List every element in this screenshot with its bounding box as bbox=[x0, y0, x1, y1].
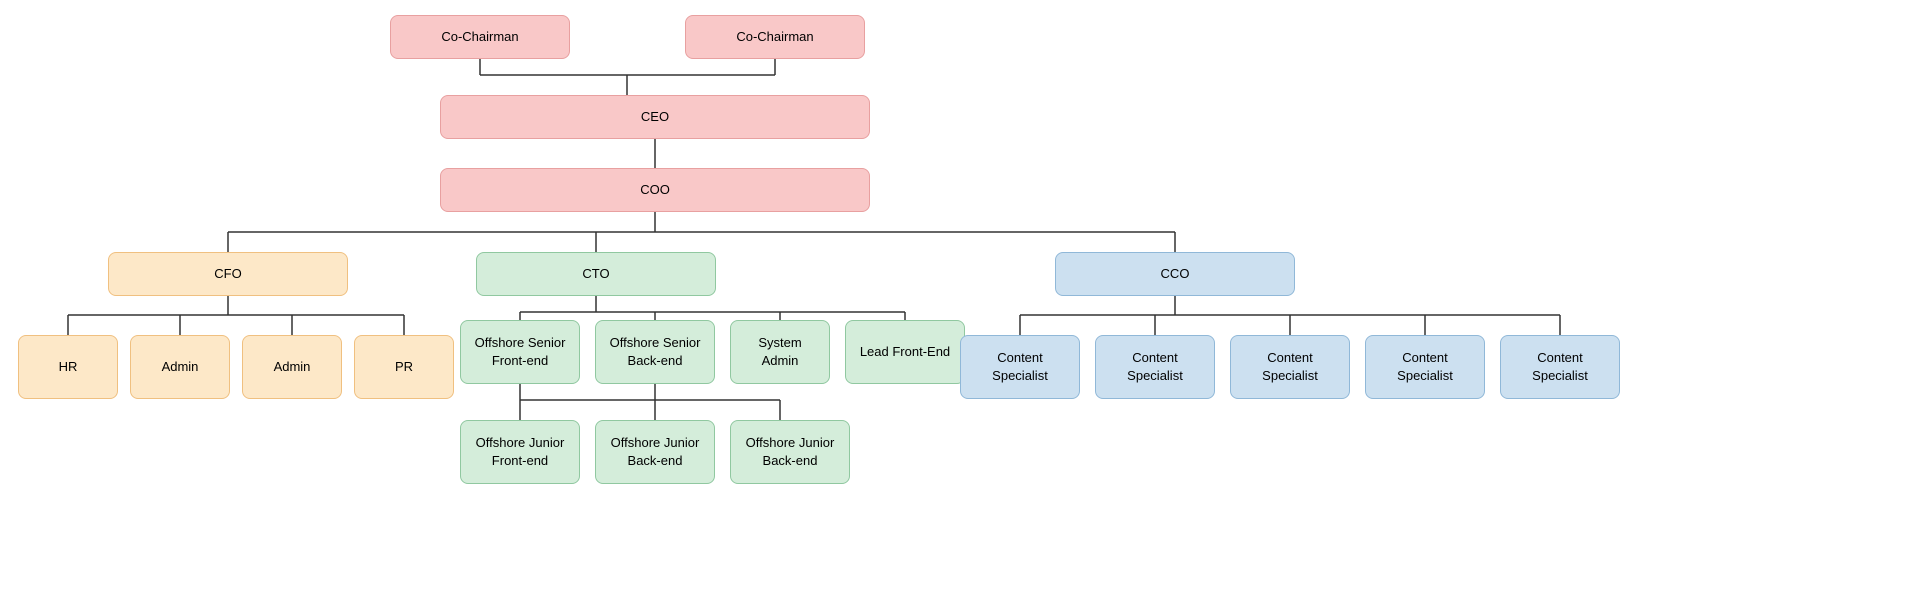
node-cfo: CFO bbox=[108, 252, 348, 296]
node-offshore_senior_be: Offshore Senior Back-end bbox=[595, 320, 715, 384]
node-content4: Content Specialist bbox=[1365, 335, 1485, 399]
node-offshore_senior_fe: Offshore Senior Front-end bbox=[460, 320, 580, 384]
node-hr: HR bbox=[18, 335, 118, 399]
node-content2: Content Specialist bbox=[1095, 335, 1215, 399]
node-pr: PR bbox=[354, 335, 454, 399]
node-content3: Content Specialist bbox=[1230, 335, 1350, 399]
node-admin2: Admin bbox=[242, 335, 342, 399]
node-offshore_junior_fe: Offshore Junior Front-end bbox=[460, 420, 580, 484]
org-chart: Co-ChairmanCo-ChairmanCEOCOOCFOCTOCCOHRA… bbox=[0, 0, 1908, 594]
connectors bbox=[0, 0, 1908, 594]
node-offshore_junior_be2: Offshore Junior Back-end bbox=[730, 420, 850, 484]
node-ceo: CEO bbox=[440, 95, 870, 139]
node-cco: CCO bbox=[1055, 252, 1295, 296]
node-content1: Content Specialist bbox=[960, 335, 1080, 399]
node-co_chairman_2: Co-Chairman bbox=[685, 15, 865, 59]
node-admin1: Admin bbox=[130, 335, 230, 399]
node-coo: COO bbox=[440, 168, 870, 212]
node-lead_frontend: Lead Front-End bbox=[845, 320, 965, 384]
node-content5: Content Specialist bbox=[1500, 335, 1620, 399]
node-system_admin: System Admin bbox=[730, 320, 830, 384]
node-co_chairman_1: Co-Chairman bbox=[390, 15, 570, 59]
node-cto: CTO bbox=[476, 252, 716, 296]
node-offshore_junior_be1: Offshore Junior Back-end bbox=[595, 420, 715, 484]
